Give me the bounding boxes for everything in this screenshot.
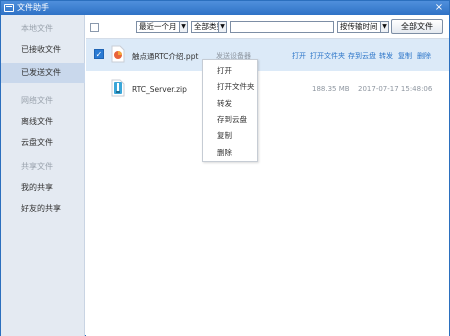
sidebar-item-cloud[interactable]: 云盘文件 bbox=[1, 133, 85, 153]
chevron-down-icon: ▼ bbox=[179, 22, 187, 32]
file-row[interactable]: ✓ 触点通RTC介绍.ppt 发送设备器 打开 打开文件夹 存到云盘 转发 复制… bbox=[86, 39, 449, 71]
all-files-button[interactable]: 全部文件 bbox=[391, 19, 443, 34]
forward-link[interactable]: 转发 bbox=[379, 51, 393, 61]
filter-toolbar: 最近一个月 ▼ 全部类型 ▼ 按传输时间 ▼ 全部文件 bbox=[86, 15, 449, 39]
file-row[interactable]: RTC_Server.zip 188.35 MB 2017-07-17 15:4… bbox=[86, 73, 449, 105]
context-menu-open[interactable]: 打开 bbox=[203, 63, 257, 79]
delete-link[interactable]: 删除 bbox=[417, 51, 431, 61]
context-menu-forward[interactable]: 转发 bbox=[203, 96, 257, 112]
time-filter-select[interactable]: 最近一个月 ▼ bbox=[136, 21, 188, 33]
close-button[interactable]: × bbox=[432, 2, 446, 14]
chevron-down-icon: ▼ bbox=[380, 22, 388, 32]
ppt-file-icon bbox=[111, 45, 125, 63]
sidebar-item-sent[interactable]: 已发送文件 bbox=[1, 63, 85, 83]
window-title: 文件助手 bbox=[17, 3, 49, 12]
open-link[interactable]: 打开 bbox=[292, 51, 306, 61]
file-name[interactable]: RTC_Server.zip bbox=[132, 85, 187, 94]
type-filter-select[interactable]: 全部类型 ▼ bbox=[191, 21, 227, 33]
open-folder-link[interactable]: 打开文件夹 bbox=[310, 51, 345, 61]
sidebar-item-friends-share[interactable]: 好友的共享 bbox=[1, 199, 85, 219]
context-menu-copy[interactable]: 复制 bbox=[203, 128, 257, 144]
chevron-down-icon: ▼ bbox=[218, 22, 226, 32]
sort-value: 按传输时间 bbox=[340, 22, 378, 31]
sidebar-item-my-share[interactable]: 我的共享 bbox=[1, 178, 85, 198]
select-all-checkbox[interactable] bbox=[90, 23, 99, 32]
title-bar[interactable]: 文件助手 × bbox=[1, 1, 449, 15]
context-menu-open-folder[interactable]: 打开文件夹 bbox=[203, 79, 257, 95]
sidebar-category-network: 网络文件 bbox=[21, 96, 53, 105]
copy-link[interactable]: 复制 bbox=[398, 51, 412, 61]
context-menu-save-to-cloud[interactable]: 存到云盘 bbox=[203, 112, 257, 128]
context-menu: 打开 打开文件夹 转发 存到云盘 复制 删除 bbox=[202, 59, 258, 162]
file-size: 188.35 MB bbox=[312, 85, 350, 93]
sidebar: 本地文件 已接收文件 已发送文件 网络文件 离线文件 云盘文件 共享文件 我的共… bbox=[1, 15, 85, 336]
sidebar-category-local: 本地文件 bbox=[21, 24, 53, 33]
sort-select[interactable]: 按传输时间 ▼ bbox=[337, 21, 389, 33]
context-menu-delete[interactable]: 删除 bbox=[203, 145, 257, 161]
search-input[interactable] bbox=[230, 21, 334, 33]
window-app-icon bbox=[4, 4, 14, 12]
save-to-cloud-link[interactable]: 存到云盘 bbox=[348, 51, 376, 61]
row-checkbox[interactable]: ✓ bbox=[94, 49, 104, 59]
sidebar-category-shared: 共享文件 bbox=[21, 162, 53, 171]
file-assistant-window: 文件助手 × 本地文件 已接收文件 已发送文件 网络文件 离线文件 云盘文件 共… bbox=[0, 0, 450, 336]
file-list-panel: 最近一个月 ▼ 全部类型 ▼ 按传输时间 ▼ 全部文件 ✓ 触点通RTC介绍.p… bbox=[86, 15, 449, 336]
zip-file-icon bbox=[111, 79, 125, 97]
file-date: 2017-07-17 15:48:06 bbox=[358, 85, 433, 93]
sidebar-item-offline[interactable]: 离线文件 bbox=[1, 112, 85, 132]
sidebar-item-received[interactable]: 已接收文件 bbox=[1, 40, 85, 60]
file-name[interactable]: 触点通RTC介绍.ppt bbox=[132, 51, 198, 62]
time-filter-value: 最近一个月 bbox=[139, 22, 177, 31]
